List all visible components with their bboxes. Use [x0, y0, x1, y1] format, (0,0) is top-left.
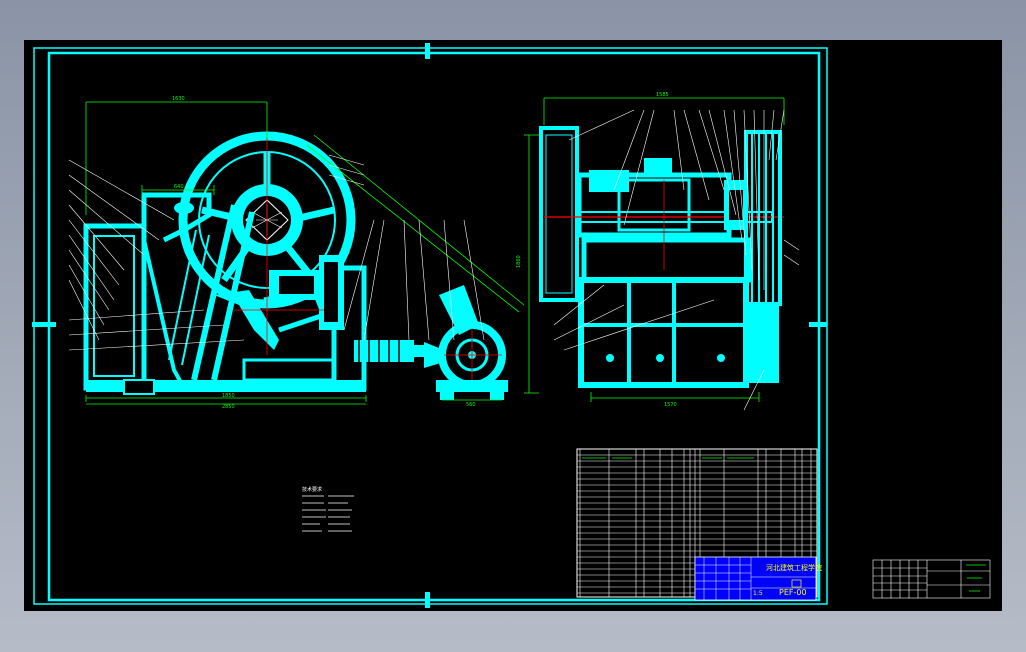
centering-mark-bottom [425, 592, 430, 608]
tech-requirements-heading: 技术要求 [302, 486, 322, 493]
extra-table [872, 559, 991, 599]
centering-mark-top [425, 43, 430, 59]
dim-front-bottom-1: 1850 [222, 393, 235, 399]
dim-front-bottom-2: 2850 [222, 404, 235, 410]
title-block-scale: 1:5 [753, 590, 763, 597]
dim-side-height: 1860 [516, 255, 522, 268]
drawing-canvas[interactable]: 1630 640 1850 2850 560 1585 1570 1860 技术… [24, 40, 1002, 611]
tension-spring [354, 340, 414, 362]
centering-mark-right [809, 322, 827, 327]
dim-side-bottom: 1570 [664, 402, 677, 408]
side-view: 1585 1570 1860 [516, 92, 800, 411]
title-block-drawing-number: PEF-00 [779, 588, 807, 597]
dim-side-top: 1585 [656, 92, 669, 98]
dim-front-top: 1630 [172, 96, 185, 102]
dim-front-feed: 640 [174, 184, 184, 190]
front-view: 1630 640 1850 2850 560 [68, 96, 525, 410]
centering-mark-left [32, 322, 56, 327]
motor-base [436, 380, 508, 392]
motor-side [749, 305, 779, 383]
side-body-lower [578, 277, 749, 388]
title-block: 河北建筑工程学院 PEF-00 1:5 [694, 556, 822, 601]
tech-requirements: 技术要求 [302, 486, 354, 532]
dim-motor-base: 560 [466, 402, 476, 408]
cad-drawing: 1630 640 1850 2850 560 1585 1570 1860 技术… [32, 43, 991, 608]
motor [424, 285, 508, 400]
title-block-school: 河北建筑工程学院 [766, 563, 822, 572]
